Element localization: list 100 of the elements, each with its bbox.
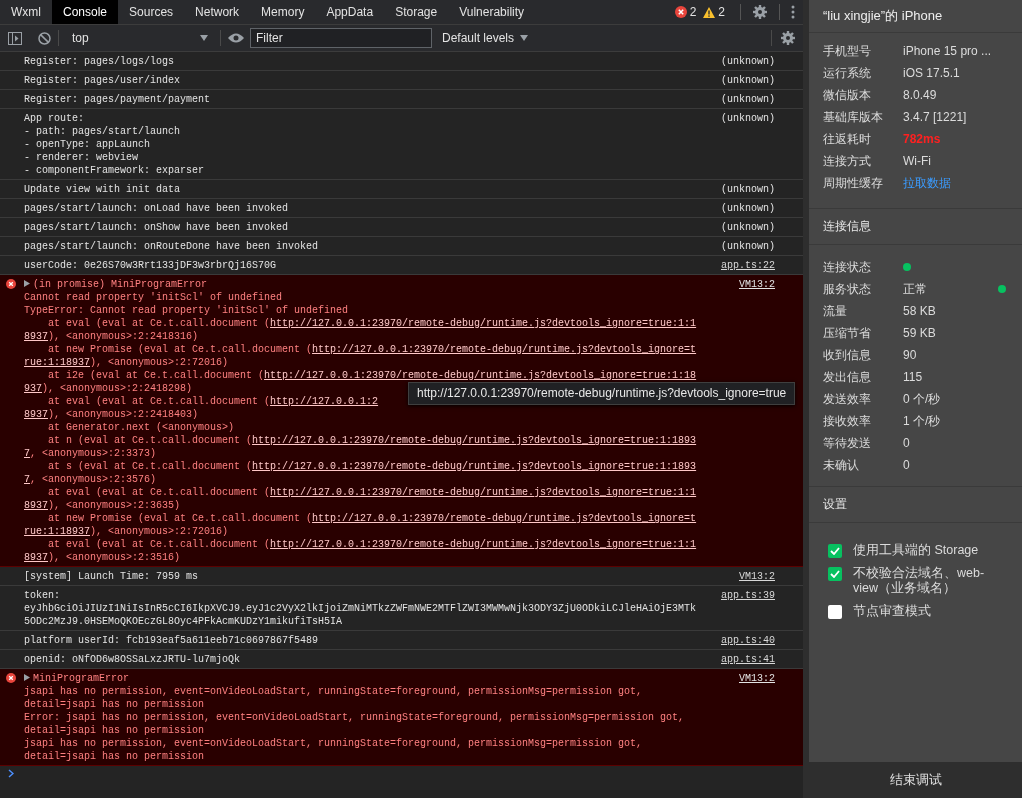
caret-icon (200, 35, 208, 41)
source-label: (unknown) (720, 221, 775, 234)
log-text: ), <anonymous>:2:2418298) (42, 383, 193, 394)
log-text: Register: pages/logs/logs (24, 56, 175, 67)
stack-link[interactable]: http://127.0.0.1:23970/remote-debug/runtime.js?devtools_ignore=true:1:1 (270, 539, 697, 550)
log-text: Cannot read property 'initScl' of undefined (24, 292, 283, 303)
info-value: 115 (903, 370, 923, 384)
error-icon (6, 279, 16, 289)
tab[interactable]: Vulnerability (448, 0, 536, 24)
source-link[interactable]: VM13:2 (729, 672, 775, 763)
stack-link[interactable]: rue:1:18937 (24, 357, 90, 368)
stack-link[interactable]: http://127.0.0.1:23970/remote-debug/runtime.js?devtools_ignore=t (312, 344, 697, 355)
info-label: 未确认 (823, 456, 860, 474)
log-text: platform userId: fcb193eaf5a611eeb71c0697867f5489 (24, 635, 319, 646)
info-value: 1 个/秒 (903, 412, 941, 430)
log-text: ), <anonymous>:2:3635) (48, 500, 181, 511)
levels-dropdown[interactable]: Default levels (436, 31, 535, 45)
log-text: token: (24, 590, 60, 601)
stack-link[interactable]: 8937 (24, 409, 48, 420)
info-label: 运行系统 (823, 64, 872, 82)
log-text: - path: pages/start/launch (24, 126, 181, 137)
status-dot (903, 263, 911, 271)
tab[interactable]: Memory (250, 0, 316, 24)
stack-link[interactable]: http://127.0.0.1:23970/remote-debug/runtime.js?devtools_ignore=true:1:1893 (252, 435, 697, 446)
stack-link[interactable]: rue:1:18937 (24, 526, 90, 537)
checkbox[interactable] (828, 544, 842, 558)
log-text: userCode: 0e26S70w3Rrt133jDF3w3rbrQj16S70G (24, 260, 277, 271)
source-label: (unknown) (720, 202, 775, 215)
log-text: [system] Launch Time: 7959 ms (24, 571, 199, 582)
log-text: Register: pages/payment/payment (24, 94, 211, 105)
stack-link[interactable]: 7 (24, 474, 30, 485)
log-text: eyJhbGciOiJIUzI1NiIsInR5cCI6IkpXVCJ9.eyJ1c2VyX2lkIjoiZmNiMTkzZWFmNWE2MTFlZWI3MWMwNjk3ODY3ZjU0ODkiLCJleHAiOjE3MTk (24, 603, 697, 614)
tab[interactable]: AppData (315, 0, 385, 24)
expand-icon[interactable] (24, 280, 30, 288)
info-label: 发出信息 (823, 368, 872, 386)
info-label: 连接方式 (823, 152, 872, 170)
stack-link[interactable]: http://127.0.0.1:23970/remote-debug/runtime.js?devtools_ignore=t (312, 513, 697, 524)
log-text: , <anonymous>:2:3373) (30, 448, 157, 459)
checkbox-label: 不校验合法域名、web-view（业务域名） (853, 566, 986, 596)
log-text: ), <anonymous>:2:72016) (90, 357, 229, 368)
tab[interactable]: Network (184, 0, 251, 24)
stack-link[interactable]: http://127.0.0.1:23970/remote-debug/runtime.js?devtools_ignore=true:1:18 (264, 370, 697, 381)
log-text: App route: (24, 113, 84, 124)
log-text: ), <anonymous>:2:72016) (90, 526, 229, 537)
info-value: 8.0.49 (903, 88, 937, 102)
error-count: 2 (689, 5, 697, 19)
source-link[interactable]: app.ts:22 (711, 259, 775, 272)
info-value: 0 个/秒 (903, 390, 941, 408)
log-text: (in promise) MiniProgramError (33, 279, 208, 290)
log-text: ), <anonymous>:2:3516) (48, 552, 181, 563)
source-link[interactable]: app.ts:40 (711, 634, 775, 647)
section-title: 连接信息 (809, 209, 1022, 245)
end-debug-button[interactable]: 结束调试 (809, 762, 1022, 798)
context-select[interactable]: top (66, 28, 213, 48)
info-value: 正常 (903, 280, 927, 298)
log-text: at new Promise (eval at Ce.t.call.document ( (47, 513, 313, 524)
info-label: 发送效率 (823, 390, 872, 408)
clear-icon[interactable] (38, 31, 51, 45)
checkbox[interactable] (828, 605, 842, 619)
source-link[interactable]: app.ts:41 (711, 653, 775, 666)
stack-link[interactable]: http://127.0.0.1:23970/remote-debug/runtime.js?devtools_ignore=true:1:1893 (252, 461, 697, 472)
info-label: 周期性缓存 (823, 174, 884, 192)
tab[interactable]: Console (52, 0, 119, 24)
stack-link[interactable]: 937 (24, 383, 42, 394)
caret-icon (520, 35, 529, 41)
stack-link[interactable]: 8937 (24, 331, 48, 342)
log-text: MiniProgramError (33, 673, 129, 684)
stack-link[interactable]: http://127.0.0.1:23970/remote-debug/runtime.js?devtools_ignore=true:1:1 (270, 487, 697, 498)
log-text: - openType: appLaunch (24, 139, 151, 150)
log-text: Update view with init data (24, 184, 181, 195)
filter-field[interactable]: Filter (250, 28, 432, 48)
expand-icon[interactable] (24, 674, 30, 682)
stack-link[interactable]: 8937 (24, 552, 48, 563)
tab[interactable]: Sources (118, 0, 185, 24)
sidebar-toggle-icon[interactable] (8, 31, 22, 45)
stack-link[interactable]: 7 (24, 448, 30, 459)
log-text: detail=jsapi has no permission (24, 699, 205, 710)
link-tooltip: http://127.0.0.1:23970/remote-debug/runtime.js?devtools_ignore=true (408, 382, 796, 405)
log-text: Error: jsapi has no permission, event=onVideoLoadStart, runningState=foreground, permissionMsg=permission got, (24, 712, 685, 723)
stack-link[interactable]: 8937 (24, 500, 48, 511)
source-label: (unknown) (720, 240, 775, 253)
settings-icon[interactable] (752, 4, 768, 20)
source-link[interactable]: VM13:2 (729, 570, 775, 583)
checkbox-label: 节点审查模式 (853, 604, 932, 619)
log-text: ), <anonymous>:2:2418316) (48, 331, 199, 342)
tab[interactable]: Wxml (0, 0, 52, 24)
check-icon (830, 570, 840, 578)
stack-link[interactable]: http://127.0.0.1:2 (270, 396, 379, 407)
eye-icon[interactable] (228, 33, 244, 43)
more-icon[interactable] (791, 5, 795, 19)
log-text: 5ODc2MzJ9.0HSEMoQKOEczGL8Oyc4PFkAcmKUDzY1mikufiTsH5IA (24, 616, 343, 627)
prompt-icon[interactable] (8, 769, 14, 778)
log-text: pages/start/launch: onRouteDone have been invoked (24, 241, 319, 252)
info-label: 等待发送 (823, 434, 872, 452)
log-text: at i2e (eval at Ce.t.call.document ( (47, 370, 265, 381)
checkbox[interactable] (828, 567, 842, 581)
stack-link[interactable]: http://127.0.0.1:23970/remote-debug/runtime.js?devtools_ignore=true:1:1 (270, 318, 697, 329)
settings-icon[interactable] (780, 30, 796, 46)
source-link[interactable]: app.ts:39 (711, 589, 775, 628)
tab[interactable]: Storage (384, 0, 449, 24)
